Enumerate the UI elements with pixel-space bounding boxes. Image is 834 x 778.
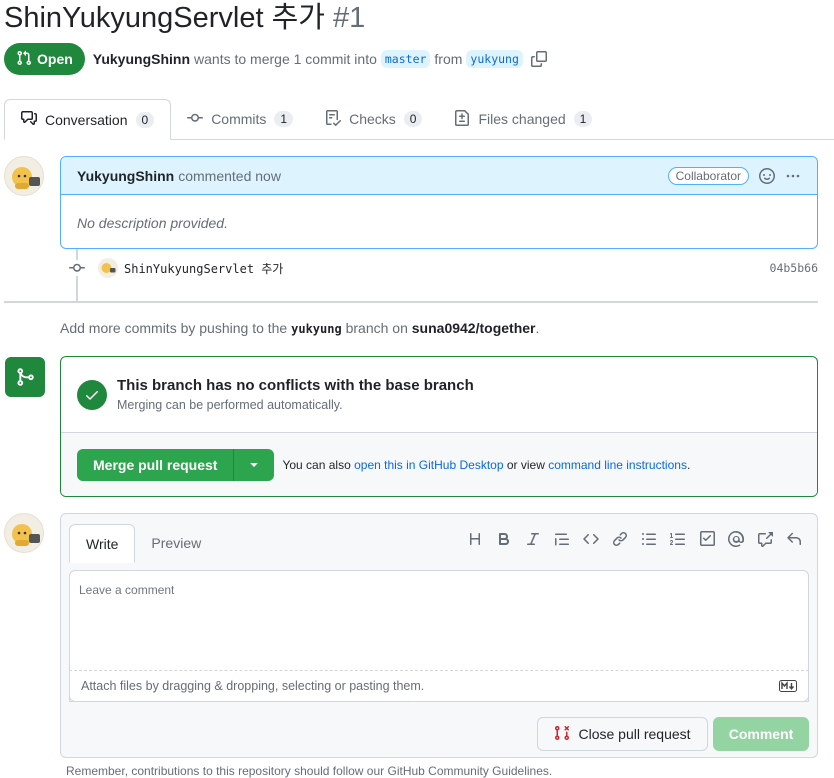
code-icon[interactable]: [582, 530, 600, 548]
merge-pull-request-button[interactable]: Merge pull request: [77, 449, 235, 481]
tab-preview[interactable]: Preview: [135, 524, 217, 562]
checks-icon: [325, 109, 342, 129]
head-branch[interactable]: yukyung: [466, 50, 523, 68]
merge-subtitle: Merging can be performed automatically.: [117, 398, 343, 412]
link-icon[interactable]: [611, 530, 629, 548]
pr-number: #1: [333, 2, 366, 34]
merge-also-text: You can also: [282, 458, 351, 472]
pr-description-comment: YukyungShinn commented now Collaborator …: [60, 156, 818, 249]
add-commits-branch: yukyung: [291, 322, 342, 336]
merge-title: This branch has no conflicts with the ba…: [117, 377, 474, 394]
avatar[interactable]: [4, 156, 44, 196]
author-link[interactable]: YukyungShinn: [93, 51, 190, 67]
collaborator-badge: Collaborator: [667, 166, 749, 185]
repo-link[interactable]: suna0942/together: [412, 320, 536, 336]
commit-sha-link[interactable]: 04b5b66: [770, 261, 818, 275]
tab-conversation[interactable]: Conversation 0: [4, 99, 172, 140]
triangle-down-icon: [246, 456, 262, 475]
merge-method-dropdown[interactable]: [234, 449, 274, 481]
add-commits-hint: Add more commits by pushing to the yukyu…: [60, 320, 539, 336]
reply-icon[interactable]: [785, 530, 803, 548]
conversation-icon: [21, 110, 37, 129]
merge-pull-request-button-group: Merge pull request: [77, 449, 275, 481]
tab-write[interactable]: Write: [69, 524, 136, 563]
state-badge: Open: [4, 43, 85, 75]
merge-actions: Merge pull request You can also open thi…: [61, 433, 817, 496]
tasklist-icon[interactable]: [698, 530, 716, 548]
comment-body: No description provided.: [77, 215, 228, 231]
tab-label: Commits: [211, 111, 267, 127]
markdown-toolbar: [466, 530, 803, 548]
add-commits-middle: branch on: [345, 320, 408, 336]
tab-counter: 0: [135, 111, 155, 128]
git-pull-request-closed-icon: [554, 725, 570, 744]
or-view-text: or view: [506, 458, 545, 472]
base-branch[interactable]: master: [380, 50, 431, 68]
new-comment-form: Write Preview Leave a comment Attach fil…: [60, 513, 818, 758]
smiley-icon[interactable]: [759, 167, 775, 184]
attach-files-text: Attach files by dragging & dropping, sel…: [81, 679, 425, 693]
tab-counter: 1: [573, 111, 593, 127]
tab-label: Files changed: [478, 111, 566, 127]
mention-icon[interactable]: [727, 530, 745, 548]
tab-files-changed[interactable]: Files changed 1: [438, 99, 608, 139]
close-pull-request-button[interactable]: Close pull request: [537, 717, 708, 751]
ordered-list-icon[interactable]: [669, 530, 687, 548]
command-line-link[interactable]: command line instructions: [548, 458, 687, 472]
commit-icon: [187, 110, 204, 129]
quote-icon[interactable]: [553, 530, 571, 548]
timeline-divider: [4, 301, 818, 303]
heading-icon[interactable]: [466, 530, 484, 548]
tab-label: Conversation: [45, 111, 128, 128]
comment-placeholder: Leave a comment: [79, 583, 175, 597]
merge-status: This branch has no conflicts with the ba…: [61, 357, 817, 433]
editor-tabs: Write Preview: [69, 524, 217, 563]
copy-icon[interactable]: [530, 51, 547, 67]
avatar[interactable]: [4, 513, 44, 553]
from-text: from: [434, 51, 463, 67]
comment-button[interactable]: Comment: [713, 717, 809, 751]
pull-request-icon: [16, 50, 32, 69]
pr-title-heading: ShinYukyungServlet 추가 #1: [4, 0, 365, 36]
attach-files-bar[interactable]: Attach files by dragging & dropping, sel…: [69, 670, 809, 702]
commit-author-avatar[interactable]: [98, 258, 118, 278]
italic-icon[interactable]: [524, 530, 542, 548]
add-commits-suffix: .: [535, 320, 540, 336]
community-guidelines-note: Remember, contributions to this reposito…: [66, 764, 553, 778]
cross-reference-icon[interactable]: [756, 530, 774, 548]
git-merge-icon: [5, 357, 45, 397]
state-label: Open: [37, 51, 73, 67]
file-diff-icon: [454, 109, 470, 129]
comment-author[interactable]: YukyungShinn: [77, 168, 174, 184]
pr-title: ShinYukyungServlet 추가: [4, 2, 325, 34]
close-pull-request-label: Close pull request: [578, 726, 691, 742]
tab-label: Checks: [349, 111, 396, 127]
kebab-horizontal-icon[interactable]: [785, 168, 801, 184]
wants-text: wants to merge 1 commit into: [194, 51, 377, 67]
merge-summary: YukyungShinn wants to merge 1 commit int…: [93, 50, 547, 68]
merge-box: This branch has no conflicts with the ba…: [60, 356, 818, 497]
comment-header: YukyungShinn commented now Collaborator: [61, 157, 817, 195]
tab-commits[interactable]: Commits 1: [171, 99, 309, 139]
pr-tabs: Conversation 0 Commits 1 Checks 0 Files …: [4, 99, 834, 140]
markdown-icon[interactable]: [779, 680, 797, 692]
commit-message-link[interactable]: ShinYukyungServlet 추가: [124, 260, 283, 277]
comment-meta[interactable]: commented now: [178, 168, 281, 184]
add-commits-prefix: Add more commits by pushing to the: [60, 320, 288, 336]
pr-status-row: Open YukyungShinn wants to merge 1 commi…: [4, 43, 547, 75]
tab-counter: 0: [403, 111, 423, 127]
check-circle-icon: [77, 379, 107, 410]
tab-checks[interactable]: Checks 0: [309, 99, 438, 139]
bold-icon[interactable]: [495, 530, 513, 548]
tab-counter: 1: [274, 111, 294, 127]
commit-icon: [66, 260, 88, 276]
unordered-list-icon[interactable]: [640, 530, 658, 548]
merge-end: .: [686, 458, 691, 472]
timeline-commit: ShinYukyungServlet 추가 04b5b66: [66, 256, 818, 280]
github-desktop-link[interactable]: open this in GitHub Desktop: [354, 458, 503, 472]
